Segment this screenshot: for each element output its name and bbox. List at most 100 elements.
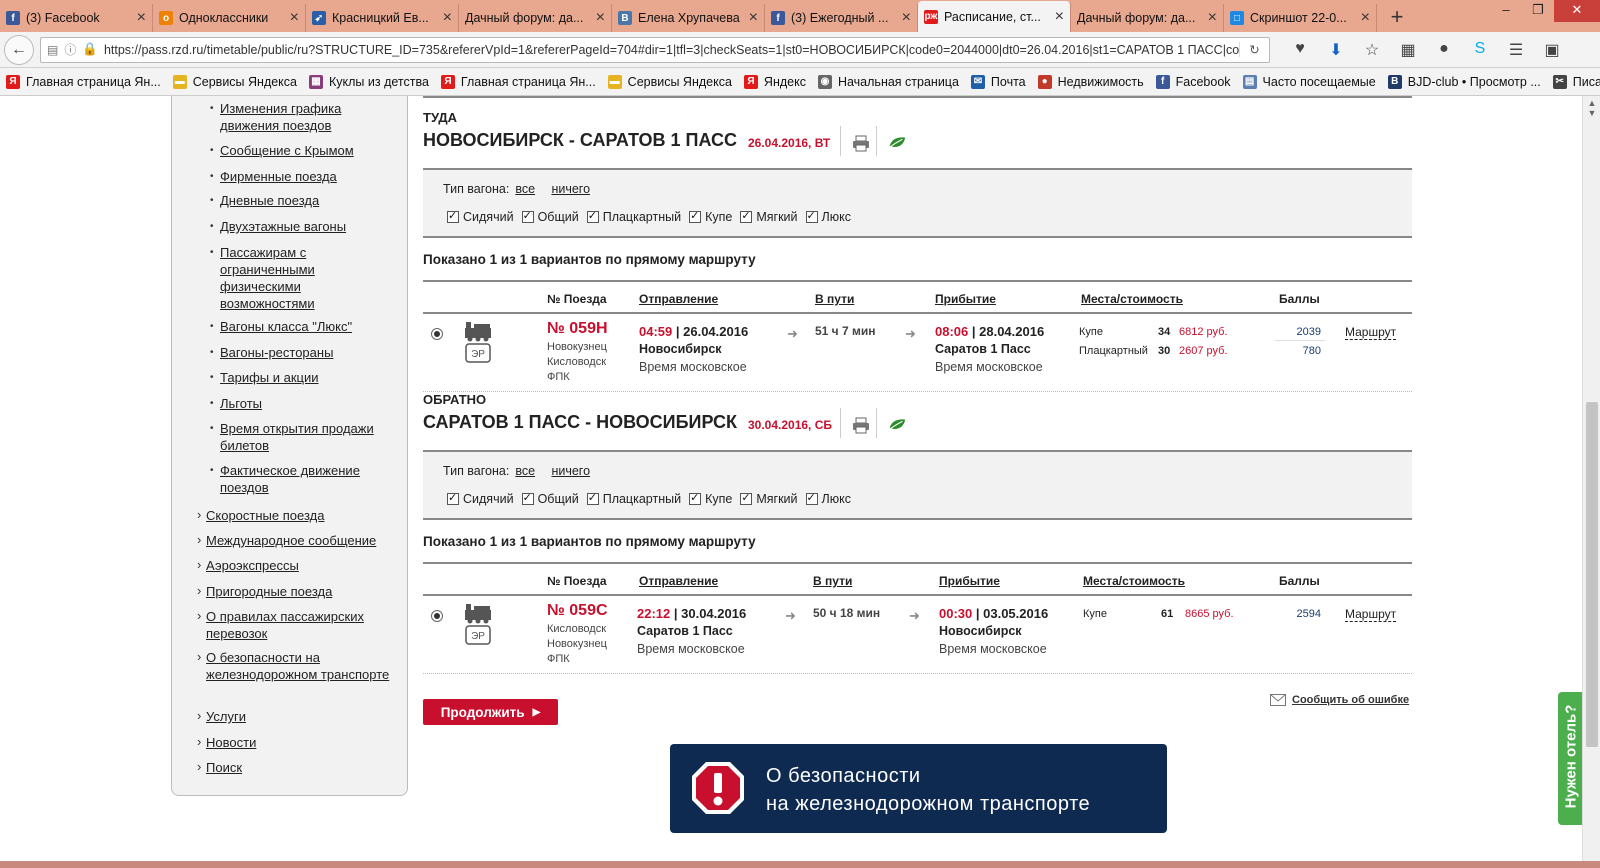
browser-tab[interactable]: о Одноклассники × [153,4,306,32]
checkbox-kupe[interactable]: Купе [689,209,732,224]
train-radio[interactable] [431,328,443,340]
checkbox-icon[interactable] [586,209,599,223]
checkbox-kupe[interactable]: Купе [689,491,732,506]
sidebar-section-link[interactable]: Пригородные поезда [197,582,406,600]
close-icon[interactable]: × [290,9,299,27]
checkbox-myagkiy[interactable]: Мягкий [740,209,798,224]
browser-tab[interactable]: f (3) Ежегодный ... × [765,4,918,32]
bookmark-star-icon[interactable]: ☆ [1354,40,1390,60]
col-departure[interactable]: Отправление [639,574,718,588]
sidebar-section-link[interactable]: Скоростные поезда [197,506,406,524]
sidebar-section-link[interactable]: О правилах пассажирских перевозок [197,607,406,642]
menu-icon[interactable]: ☰ [1498,40,1534,60]
close-icon[interactable]: × [902,9,911,27]
checkbox-icon[interactable] [447,209,459,223]
bookmark-item[interactable]: B BJD-club • Просмотр ... [1382,74,1547,89]
sidebar-section-link[interactable]: Аэроэкспрессы [197,556,406,574]
close-icon[interactable]: × [596,9,605,27]
back-button[interactable]: ← [4,34,34,65]
scroll-up-icon[interactable]: ▲ [1583,98,1600,108]
col-seats[interactable]: Места/стоимость [1081,292,1183,306]
train-radio[interactable] [431,610,443,622]
sidebar-link[interactable]: Сообщение с Крымом [210,142,398,159]
close-icon[interactable]: × [749,9,758,27]
checkbox-icon[interactable] [689,491,702,505]
checkbox-sidyachiy[interactable]: Сидячий [447,491,514,506]
checkbox-platskartnyy[interactable]: Плацкартный [586,209,681,224]
sidebar-link[interactable]: Вагоны-рестораны [210,344,398,361]
col-travel[interactable]: В пути [815,292,854,306]
browser-tab[interactable]: рж Расписание, ст... × [918,1,1071,32]
checkbox-platskartnyy[interactable]: Плацкартный [586,491,681,506]
col-arrival[interactable]: Прибытие [935,292,996,306]
bookmark-item[interactable]: ▬ Сервисы Яндекса [167,74,303,89]
sidebar-link[interactable]: Дневные поезда [210,192,398,209]
sidebar-link[interactable]: Льготы [210,395,398,412]
sidebar-section-link[interactable]: Международное сообщение [197,531,406,549]
print-icon[interactable] [852,134,870,152]
checkbox-lyuks[interactable]: Люкс [805,491,851,506]
bookmark-item[interactable]: ● Недвижимость [1032,74,1150,89]
info-icon[interactable]: ⓘ [64,41,76,58]
eco-leaf-icon[interactable] [888,134,906,152]
url-text[interactable]: https://pass.rzd.ru/timetable/public/ru?… [104,43,1239,57]
bookmark-item[interactable]: ▦ Куклы из детства [303,74,435,89]
need-hotel-tab[interactable]: Нужен отель? [1558,692,1582,825]
reader-view-icon[interactable]: ▤ [47,43,58,57]
bookmark-item[interactable]: f Facebook [1150,74,1237,89]
route-link[interactable]: Маршрут [1345,607,1397,622]
close-icon[interactable]: × [137,9,146,27]
sidebar-link[interactable]: Вагоны класса "Люкс" [210,318,398,335]
checkbox-icon[interactable] [586,491,599,505]
bookmark-item[interactable]: ▬ Сервисы Яндекса [602,74,738,89]
extension-icon[interactable]: ▣ [1534,40,1570,60]
checkbox-lyuks[interactable]: Люкс [805,209,851,224]
browser-tab[interactable]: В Елена Хрупачева × [612,4,765,32]
browser-tab[interactable]: ➹ Красницкий Ев... × [306,4,459,32]
select-all-link[interactable]: все [515,182,535,196]
train-number[interactable]: № 059С [547,602,608,620]
maximize-icon[interactable]: ❐ [1522,0,1554,22]
skype-icon[interactable]: S [1462,40,1498,60]
select-none-link[interactable]: ничего [551,464,590,478]
sidebar-link[interactable]: Двухэтажные вагоны [210,218,398,235]
minimize-icon[interactable]: – [1490,0,1522,22]
checkbox-obshchiy[interactable]: Общий [521,209,579,224]
browser-tab[interactable]: Дачный форум: да... × [459,4,612,32]
checkbox-icon[interactable] [805,491,818,505]
seat-price[interactable]: 8665 руб. [1185,608,1234,620]
close-icon[interactable]: × [1208,9,1217,27]
checkbox-icon[interactable] [521,209,534,223]
sidebar-section-link[interactable]: Услуги [197,707,406,725]
seat-price[interactable]: 6812 руб. [1179,326,1228,338]
print-icon[interactable] [852,416,870,434]
pocket-icon[interactable]: ♥ [1282,40,1318,60]
address-bar[interactable]: ▤ ⓘ 🔒 https://pass.rzd.ru/timetable/publ… [40,36,1270,63]
sidebar-link[interactable]: Пассажирам с ограниченными физическими в… [210,244,398,312]
sidebar-section-link[interactable]: Новости [197,733,406,751]
checkbox-icon[interactable] [521,491,534,505]
download-icon[interactable]: ⬇ [1318,40,1354,60]
col-departure[interactable]: Отправление [639,292,718,306]
new-tab-button[interactable]: + [1377,4,1417,32]
sidebar-section-link[interactable]: О безопасности на железнодорожном трансп… [197,648,406,683]
browser-tab[interactable]: Дачный форум: да... × [1071,4,1224,32]
checkbox-myagkiy[interactable]: Мягкий [740,491,798,506]
bookmark-item[interactable]: ✉ Почта [965,74,1032,89]
continue-button[interactable]: Продолжить ▶ [423,699,558,725]
bookmark-item[interactable]: ◉ Начальная страница [812,74,965,89]
close-icon[interactable]: × [443,9,452,27]
close-icon[interactable]: × [1055,8,1064,26]
train-number[interactable]: № 059Н [547,320,608,338]
browser-tab[interactable]: f (3) Facebook × [0,4,153,32]
checkbox-icon[interactable] [689,209,702,223]
select-none-link[interactable]: ничего [551,182,590,196]
sidebar-link[interactable]: Изменения графика движения поездов [210,100,398,134]
select-all-link[interactable]: все [515,464,535,478]
bookmark-item[interactable]: Я Главная страница Ян... [0,74,167,89]
checkbox-icon[interactable] [740,491,753,505]
sidebar-link[interactable]: Фирменные поезда [210,168,398,185]
col-seats[interactable]: Места/стоимость [1083,574,1185,588]
browser-tab[interactable]: □ Скриншот 22-0... × [1224,4,1377,32]
close-icon[interactable]: ✕ [1554,0,1600,22]
